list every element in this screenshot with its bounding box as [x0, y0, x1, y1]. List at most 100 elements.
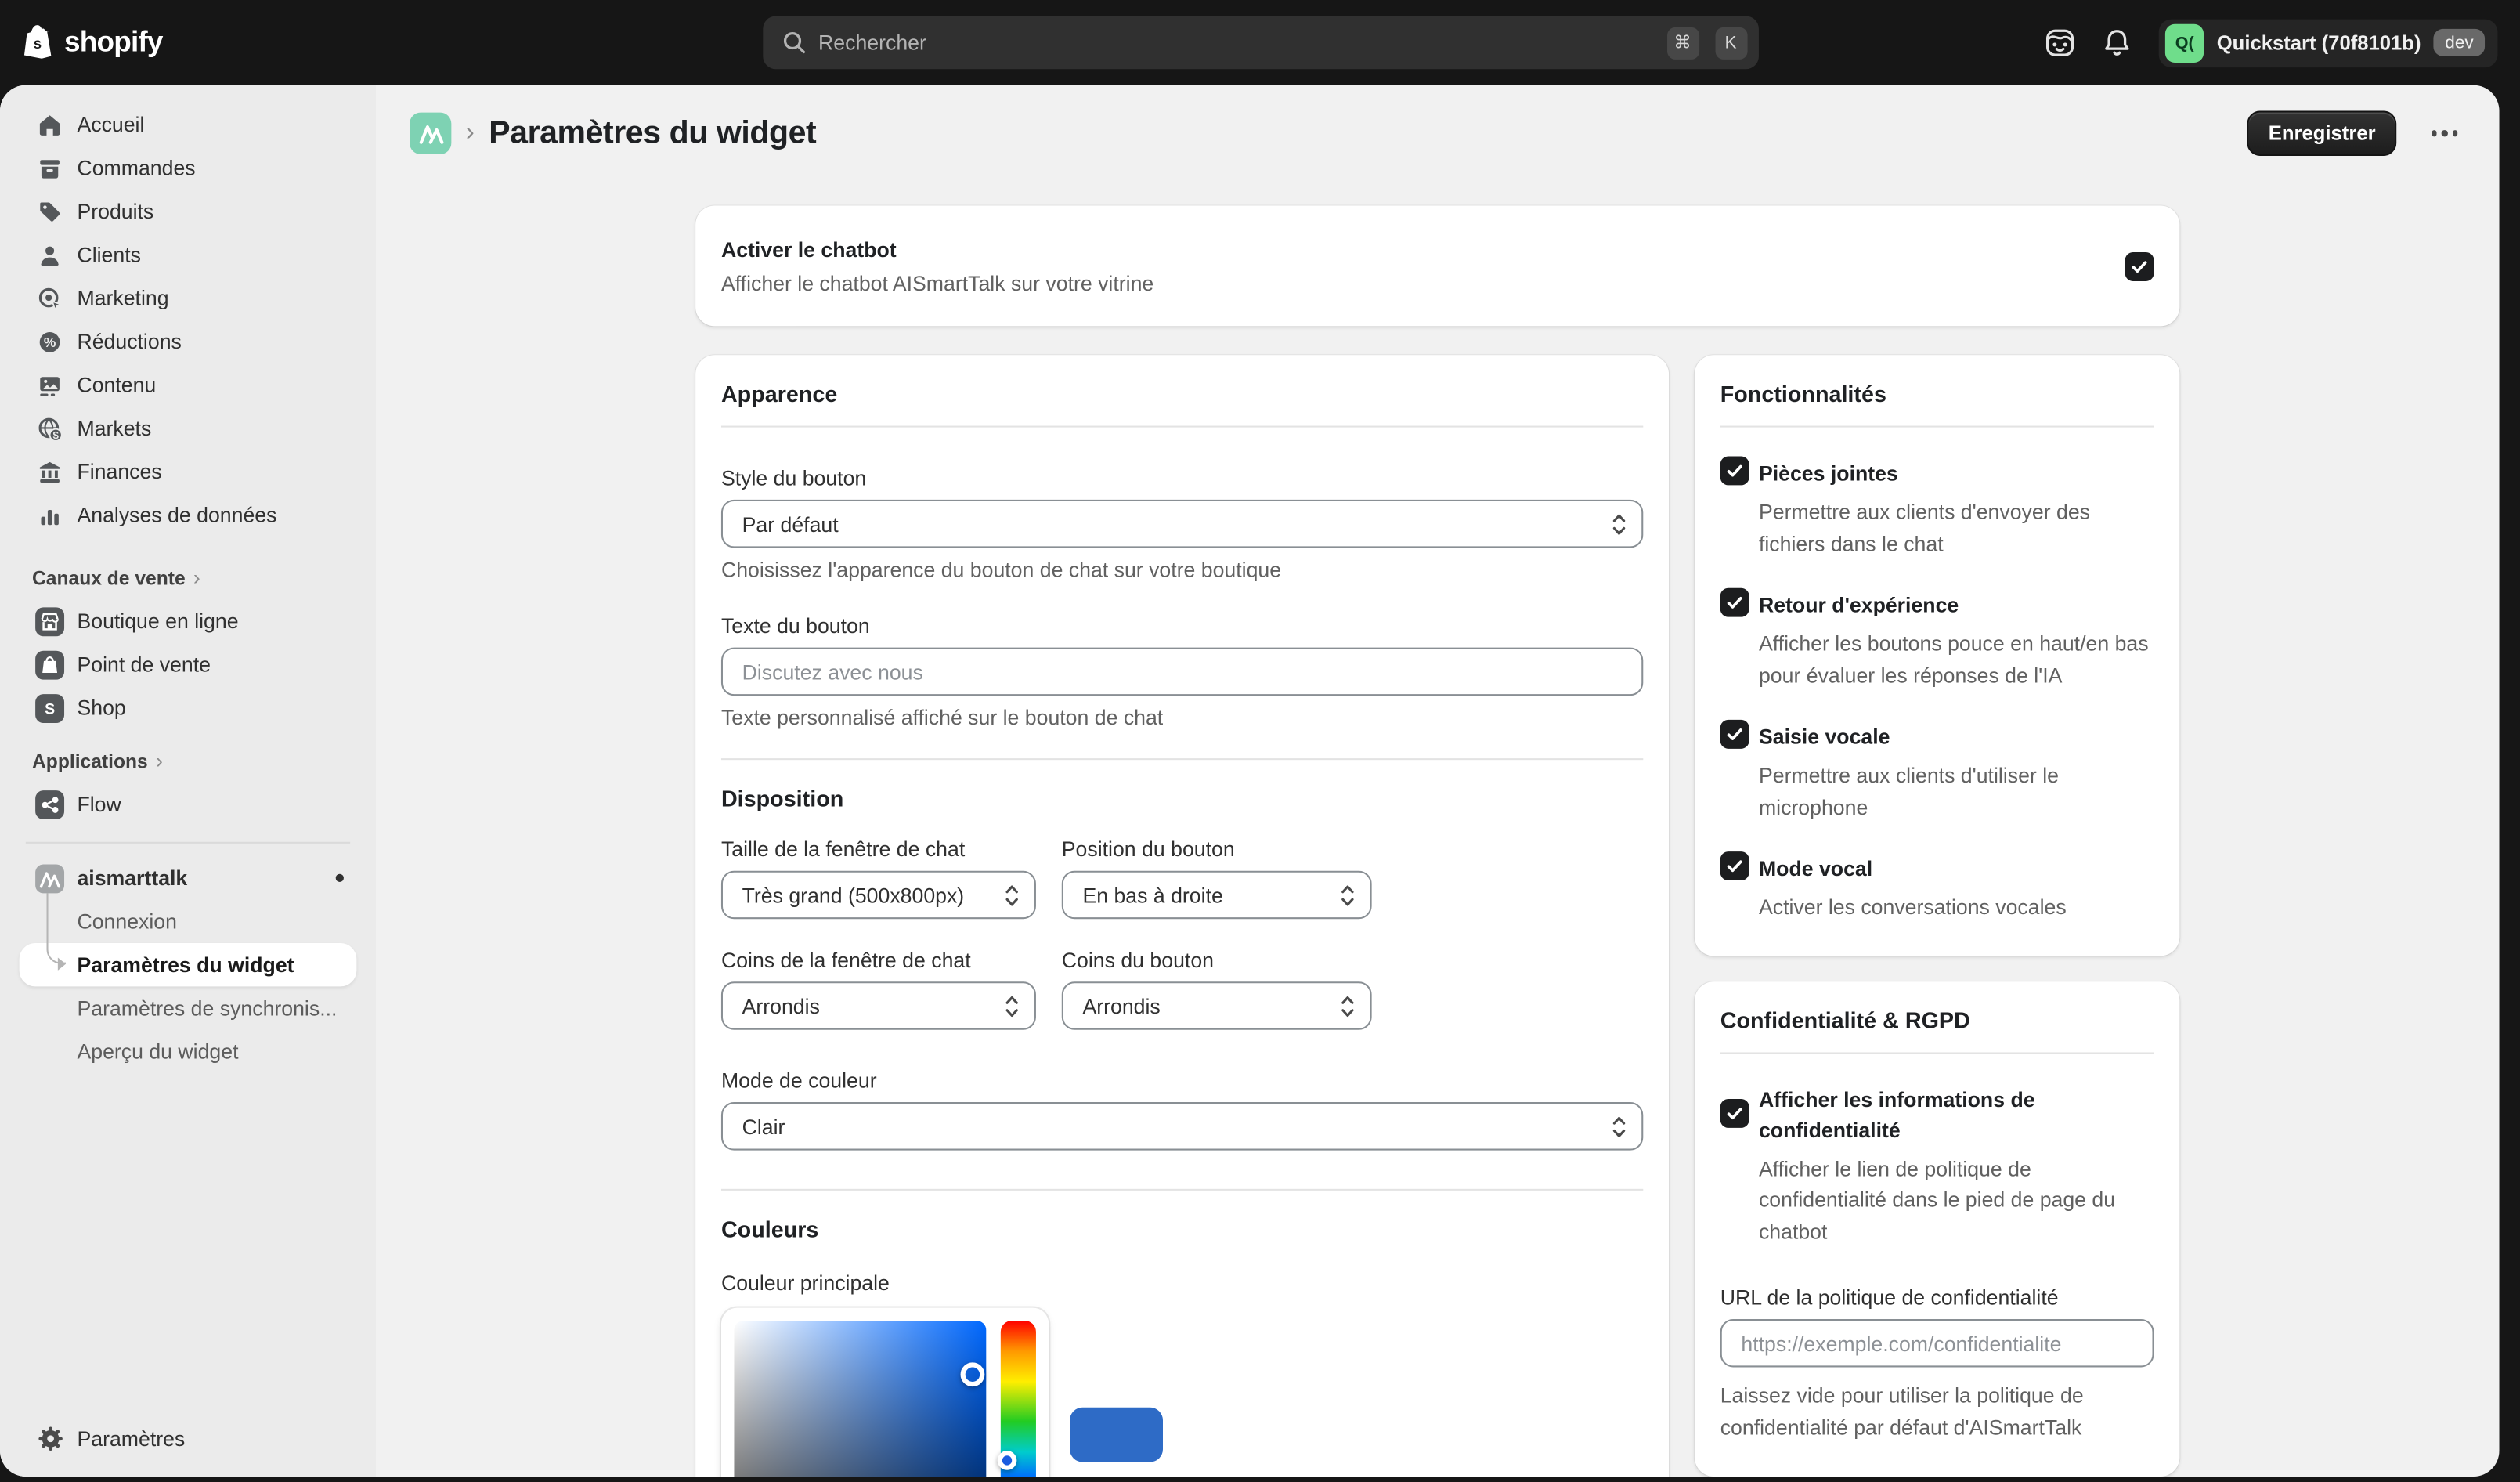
- sidebar-item-accueil[interactable]: Accueil: [20, 103, 357, 146]
- sidebar-item-contenu[interactable]: Contenu: [20, 363, 357, 407]
- enable-chatbot-checkbox[interactable]: [2125, 251, 2154, 280]
- divider: [1720, 426, 2154, 428]
- voice-input-checkbox[interactable]: [1720, 720, 1749, 749]
- features-card: Fonctionnalités Pièces jointes Permettre…: [1695, 355, 2179, 955]
- divider: [721, 758, 1643, 760]
- shopify-logo[interactable]: s shopify: [23, 23, 163, 62]
- save-button[interactable]: Enregistrer: [2247, 111, 2396, 156]
- select-chevrons-icon: [1338, 881, 1358, 909]
- colors-title: Couleurs: [721, 1216, 1643, 1242]
- svg-text:$: $: [52, 428, 59, 440]
- sidekick-button[interactable]: [2034, 17, 2085, 69]
- sidebar-item-commandes[interactable]: Commandes: [20, 146, 357, 190]
- orders-icon: [35, 154, 64, 183]
- feature-item-saisie-vocale: Saisie vocale Permettre aux clients d'ut…: [1720, 720, 2154, 822]
- saturation-area[interactable]: [734, 1321, 986, 1477]
- hue-slider[interactable]: [1001, 1321, 1036, 1477]
- search-input[interactable]: Rechercher ⌘ K: [762, 16, 1758, 70]
- sidebar-item-reductions[interactable]: % Réductions: [20, 320, 357, 363]
- k-key-badge: K: [1715, 27, 1747, 59]
- color-mode-select[interactable]: Clair: [721, 1102, 1643, 1151]
- privacy-url-label: URL de la politique de confidentialité: [1720, 1285, 2154, 1310]
- sidebar-header-canaux-de-vente[interactable]: Canaux de vente ›: [20, 556, 357, 599]
- sidebar-item-parametres[interactable]: Paramètres: [20, 1417, 357, 1460]
- button-corners-select[interactable]: Arrondis: [1062, 981, 1372, 1030]
- layout-title: Disposition: [721, 786, 1643, 811]
- sidebar-item-aismarttalk[interactable]: aismarttalk: [20, 856, 357, 899]
- divider: [721, 426, 1643, 428]
- shopify-wordmark: shopify: [64, 26, 163, 60]
- store-avatar: Q(: [2165, 23, 2204, 62]
- sidebar-item-produits[interactable]: Produits: [20, 190, 357, 233]
- sidebar-item-point-de-vente[interactable]: Point de vente: [20, 642, 357, 685]
- window-size-select[interactable]: Très grand (500x800px): [721, 871, 1036, 920]
- discounts-icon: %: [35, 327, 64, 356]
- sidebar-item-boutique-en-ligne[interactable]: Boutique en ligne: [20, 599, 357, 642]
- cmd-key-badge: ⌘: [1666, 27, 1699, 59]
- appearance-card: Apparence Style du bouton Par défaut Cho…: [695, 355, 1669, 1477]
- color-swatch[interactable]: [1070, 1408, 1163, 1462]
- feedback-checkbox[interactable]: [1720, 588, 1749, 617]
- sidebar-subitem-connexion[interactable]: Connexion: [20, 900, 357, 943]
- dev-badge: dev: [2434, 29, 2485, 56]
- feature-item-retour-experience: Retour d'expérience Afficher les boutons…: [1720, 588, 2154, 691]
- select-chevrons-icon: [1002, 881, 1022, 909]
- analytics-bars-icon: [35, 501, 64, 530]
- saturation-handle[interactable]: [961, 1362, 985, 1386]
- sidebar-item-shop[interactable]: S Shop: [20, 686, 357, 729]
- select-chevrons-icon: [1609, 1112, 1629, 1140]
- divider: [721, 1189, 1643, 1191]
- color-picker: #0066cc: [721, 1308, 1643, 1477]
- svg-text:s: s: [34, 35, 42, 52]
- notifications-button[interactable]: [2092, 17, 2143, 69]
- sidebar-item-marketing[interactable]: Marketing: [20, 277, 357, 320]
- button-position-select[interactable]: En bas à droite: [1062, 871, 1372, 920]
- sidebar-item-flow[interactable]: Flow: [20, 783, 357, 826]
- select-chevrons-icon: [1002, 992, 1022, 1020]
- attachments-checkbox[interactable]: [1720, 457, 1749, 486]
- sidebar-subitem-parametres-de-synchronisation[interactable]: Paramètres de synchronis...: [20, 986, 357, 1029]
- sidebar-item-finances[interactable]: Finances: [20, 450, 357, 493]
- horizontal-dots-icon: [2432, 131, 2458, 136]
- hue-handle[interactable]: [998, 1451, 1017, 1470]
- content-image-icon: [35, 370, 64, 399]
- window-corners-select[interactable]: Arrondis: [721, 981, 1036, 1030]
- button-text-input[interactable]: [721, 648, 1643, 696]
- button-style-select[interactable]: Par défaut: [721, 500, 1643, 548]
- markets-globe-icon: $: [35, 414, 64, 443]
- app-section-aismarttalk: aismarttalk Connexion Paramètres du widg…: [0, 856, 376, 1073]
- more-actions-button[interactable]: [2422, 111, 2467, 156]
- online-store-icon: [35, 606, 64, 635]
- store-menu[interactable]: Q( Quickstart (70f8101b) dev: [2159, 19, 2498, 67]
- chevron-right-icon: ›: [156, 749, 163, 773]
- shopify-bag-icon: s: [23, 23, 56, 62]
- select-chevrons-icon: [1338, 992, 1358, 1020]
- main-area: › Paramètres du widget Enregistrer Activ…: [376, 85, 2500, 1477]
- privacy-url-input[interactable]: [1720, 1319, 2154, 1368]
- color-mode-label: Mode de couleur: [721, 1068, 1643, 1093]
- sidebar-header-applications[interactable]: Applications ›: [20, 739, 357, 783]
- page-title: Paramètres du widget: [489, 115, 816, 152]
- sidebar-subitem-parametres-du-widget[interactable]: Paramètres du widget: [20, 943, 357, 986]
- aismarttalk-page-icon: [410, 113, 451, 154]
- enable-chatbot-card: Activer le chatbot Afficher le chatbot A…: [695, 206, 2179, 327]
- window-corners-label: Coins de la fenêtre de chat: [721, 948, 1036, 972]
- privacy-url-help: Laissez vide pour utiliser la politique …: [1720, 1380, 2154, 1444]
- button-style-help: Choisissez l'apparence du bouton de chat…: [721, 558, 1643, 582]
- primary-color-label: Couleur principale: [721, 1271, 1643, 1295]
- privacy-info-checkbox[interactable]: [1720, 1098, 1749, 1127]
- sidebar-item-clients[interactable]: Clients: [20, 233, 357, 276]
- svg-text:%: %: [44, 334, 56, 349]
- sidebar-subitem-apercu-du-widget[interactable]: Aperçu du widget: [20, 1030, 357, 1073]
- privacy-show-info-item: Afficher les informations de confidentia…: [1720, 1082, 2154, 1246]
- customers-icon: [35, 240, 64, 269]
- divider: [1720, 1051, 2154, 1053]
- color-picker-panel: [721, 1308, 1049, 1477]
- features-title: Fonctionnalités: [1720, 381, 2154, 407]
- voice-mode-checkbox[interactable]: [1720, 851, 1749, 880]
- breadcrumb-chevron-icon: ›: [466, 119, 475, 148]
- button-position-label: Position du bouton: [1062, 837, 1372, 862]
- feature-item-pieces-jointes: Pièces jointes Permettre aux clients d'e…: [1720, 457, 2154, 559]
- sidebar-item-markets[interactable]: $ Markets: [20, 407, 357, 450]
- sidebar-item-analyses[interactable]: Analyses de données: [20, 493, 357, 537]
